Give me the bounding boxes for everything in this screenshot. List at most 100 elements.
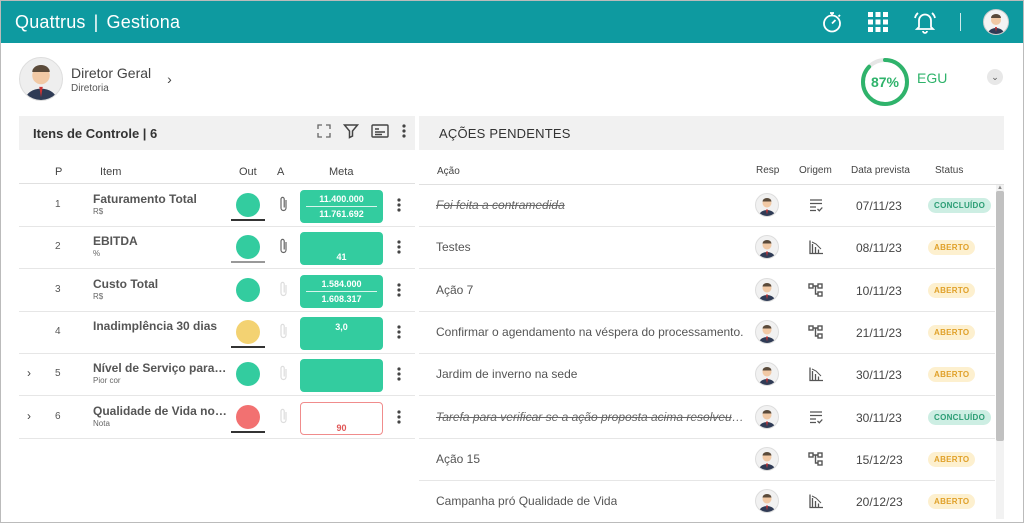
status-indicator[interactable] [236, 235, 260, 260]
action-row[interactable]: Campanha pró Qualidade de Vida 20/12/23 AB… [419, 481, 995, 522]
col-a[interactable]: A [277, 166, 284, 178]
app-brand[interactable]: Quattrus | Gestiona [15, 12, 180, 33]
action-title[interactable]: Jardim de inverno na sede [436, 367, 577, 381]
status-indicator[interactable] [236, 193, 260, 217]
pending-actions-header: AÇÕES PENDENTES [419, 116, 1004, 150]
item-unit: R$ [93, 207, 104, 216]
paperclip-faded-icon[interactable] [278, 407, 290, 430]
more-vert-icon[interactable] [396, 324, 402, 345]
paperclip-icon[interactable] [278, 237, 290, 260]
action-title[interactable]: Ação 7 [436, 283, 473, 297]
action-due-date: 21/11/23 [856, 325, 902, 340]
profile-name: Diretor Geral [71, 64, 152, 81]
action-row[interactable]: Foi feita a contramedida 07/11/23 CONCLUÍD… [419, 185, 995, 227]
action-title[interactable]: Foi feita a contramedida [436, 198, 565, 212]
apps-grid-icon[interactable] [866, 10, 890, 34]
action-row[interactable]: Tarefa para verificar se a ação proposta… [419, 397, 995, 439]
responsible-avatar[interactable] [755, 404, 779, 429]
action-title[interactable]: Tarefa para verificar se a ação proposta… [436, 410, 746, 424]
meta-box[interactable] [300, 359, 383, 393]
more-vert-icon[interactable] [396, 282, 402, 303]
scrollbar-thumb[interactable] [996, 191, 1004, 441]
col-p[interactable]: P [55, 166, 62, 178]
meta-box[interactable]: 3,0 [300, 316, 383, 350]
action-due-date: 30/11/23 [856, 368, 902, 383]
item-name[interactable]: Custo Total [93, 277, 158, 291]
col-status[interactable]: Status [935, 165, 963, 176]
action-title[interactable]: Confirmar o agendamento na véspera do pr… [436, 325, 744, 339]
card-view-icon[interactable] [371, 123, 389, 144]
item-name[interactable]: Nível de Serviço para o Cliente [93, 361, 229, 375]
more-vert-icon[interactable] [396, 366, 402, 387]
col-out[interactable]: Out [239, 166, 257, 178]
item-name[interactable]: Faturamento Total [93, 192, 197, 206]
action-row[interactable]: Jardim de inverno na sede 30/11/23 ABERTO [419, 354, 995, 397]
filter-icon[interactable] [342, 123, 360, 144]
paperclip-faded-icon[interactable] [278, 322, 290, 345]
meta-box[interactable]: 90 [300, 401, 383, 435]
col-meta[interactable]: Meta [329, 166, 353, 178]
more-vert-icon[interactable] [396, 409, 402, 430]
chevron-right-icon[interactable]: › [167, 71, 172, 87]
meta-box[interactable]: 11.400.000 11.761.692 [300, 190, 383, 223]
scroll-up-arrow-icon[interactable]: ▲ [997, 185, 1003, 191]
responsible-avatar[interactable] [755, 235, 779, 260]
status-indicator[interactable] [236, 362, 260, 387]
profile-header[interactable]: Diretor Geral Diretoria › [19, 57, 172, 101]
col-origem[interactable]: Origem [799, 165, 832, 176]
col-resp[interactable]: Resp [756, 165, 779, 176]
control-item-row[interactable]: 2 EBITDA% 41 [19, 227, 415, 270]
col-item[interactable]: Item [100, 166, 121, 178]
action-due-date: 08/11/23 [856, 241, 902, 256]
more-vert-icon[interactable] [396, 239, 402, 260]
responsible-avatar[interactable] [755, 489, 779, 514]
meta-actual: 41 [336, 252, 347, 263]
status-indicator[interactable] [236, 277, 260, 302]
control-item-row[interactable]: › 5 Nível de Serviço para o ClientePior co… [19, 354, 415, 397]
action-row[interactable]: Ação 7 10/11/23 ABERTO [419, 270, 995, 312]
brand-name: Quattrus [15, 11, 86, 32]
action-title[interactable]: Campanha pró Qualidade de Vida [436, 494, 617, 508]
expand-icon[interactable] [317, 123, 331, 143]
responsible-avatar[interactable] [755, 362, 779, 387]
item-name[interactable]: EBITDA [93, 234, 138, 248]
chevron-down-icon[interactable]: ⌄ [987, 69, 1003, 85]
control-items-header: Itens de Controle | 6 [19, 116, 415, 150]
item-name[interactable]: Qualidade de Vida no Trabalho [93, 404, 229, 418]
meta-box[interactable]: 41 [300, 232, 383, 266]
action-title[interactable]: Testes [436, 240, 471, 254]
control-item-row[interactable]: › 6 Qualidade de Vida no TrabalhoNota 90 [19, 397, 415, 439]
meta-divider [306, 206, 377, 207]
col-acao[interactable]: Ação [437, 166, 460, 177]
action-title[interactable]: Ação 15 [436, 452, 480, 466]
item-priority: 6 [55, 410, 61, 422]
chevron-right-icon[interactable]: › [27, 409, 31, 423]
more-vert-icon[interactable] [396, 197, 402, 218]
status-indicator[interactable] [236, 404, 260, 429]
pareto-chart-icon [808, 366, 824, 387]
responsible-avatar[interactable] [755, 277, 779, 302]
more-vert-icon[interactable] [401, 123, 407, 144]
action-row[interactable]: Confirmar o agendamento na véspera do pr… [419, 312, 995, 354]
responsible-avatar[interactable] [755, 319, 779, 344]
control-item-row[interactable]: 4 Inadimplência 30 dias 3,0 [19, 312, 415, 354]
action-row[interactable]: Ação 15 15/12/23 ABERTO [419, 439, 995, 481]
item-name[interactable]: Inadimplência 30 dias [93, 319, 217, 333]
top-divider [960, 13, 961, 31]
bell-icon[interactable] [912, 9, 938, 35]
col-data-prevista[interactable]: Data prevista [851, 165, 910, 176]
meta-box[interactable]: 1.584.000 1.608.317 [300, 274, 383, 308]
meta-actual: 1.608.317 [321, 293, 362, 304]
responsible-avatar[interactable] [755, 446, 779, 471]
control-item-row[interactable]: 3 Custo Total R$ 1.584.000 1.608.317 [19, 270, 415, 312]
chevron-right-icon[interactable]: › [27, 366, 31, 380]
user-avatar[interactable] [983, 9, 1009, 35]
paperclip-icon[interactable] [278, 195, 290, 218]
paperclip-faded-icon[interactable] [278, 280, 290, 303]
action-row[interactable]: Testes 08/11/23 ABERTO [419, 227, 995, 270]
status-indicator[interactable] [236, 319, 260, 344]
control-item-row[interactable]: 1 Faturamento Total R$ 11.400.000 11.761.692 [19, 185, 415, 227]
paperclip-faded-icon[interactable] [278, 364, 290, 387]
responsible-avatar[interactable] [755, 193, 779, 217]
stopwatch-icon[interactable] [820, 10, 844, 34]
